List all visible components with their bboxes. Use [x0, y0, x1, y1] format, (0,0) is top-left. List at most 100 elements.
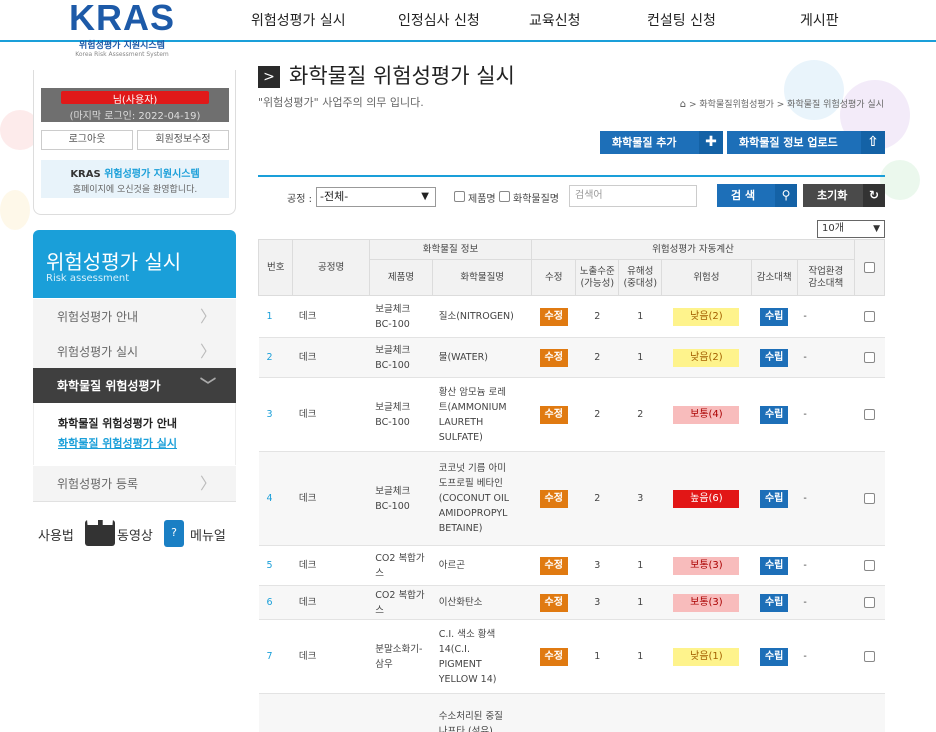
- row-empty: [531, 693, 576, 732]
- nav-risk-assessment[interactable]: 위험성평가 실시: [251, 10, 346, 30]
- row-checkbox[interactable]: [863, 651, 875, 662]
- row-chemical: 이산화탄소: [432, 585, 532, 620]
- manual-link[interactable]: 메뉴얼: [190, 525, 226, 544]
- home-icon[interactable]: ⌂: [680, 99, 686, 110]
- table-row[interactable]: 수소처리된 중질 나프타 (석유): [258, 693, 885, 732]
- table-body: 1 데크 보글체크 BC-100 질소(NITROGEN) 수정 2 1 낮음(2) 수립 -2 데…: [258, 295, 885, 732]
- logout-button[interactable]: 로그아웃: [41, 130, 133, 150]
- row-product: [369, 693, 433, 732]
- row-checkbox[interactable]: [863, 560, 875, 571]
- table-row[interactable]: 3 데크 보글체크 BC-100 황산 암모늄 로레 트(AMMONIUM LAURE…: [258, 377, 885, 452]
- row-no[interactable]: 4: [258, 451, 293, 546]
- edit-button[interactable]: 수정: [539, 556, 568, 575]
- reset-button[interactable]: 초기화 ↻: [803, 184, 885, 207]
- edit-profile-button[interactable]: 회원정보수정: [137, 130, 229, 150]
- row-checkbox[interactable]: [863, 493, 875, 504]
- product-checkbox[interactable]: [454, 191, 465, 202]
- row-checkbox[interactable]: [863, 352, 875, 363]
- video-link[interactable]: 동영상: [117, 525, 153, 544]
- table-row[interactable]: 7 데크 분말소화기- 삼우 C.I. 색소 황색 14(C.I. PIGMENT Y…: [258, 619, 885, 694]
- chevron-right-icon: 〉: [199, 307, 216, 326]
- plus-icon: ✚: [699, 131, 723, 154]
- row-no[interactable]: [258, 693, 293, 732]
- table-row[interactable]: 1 데크 보글체크 BC-100 질소(NITROGEN) 수정 2 1 낮음(2) 수립 -: [258, 295, 885, 338]
- row-checkbox[interactable]: [863, 311, 875, 322]
- process-select-value: -전체-: [320, 190, 349, 203]
- user-name-redacted: 님(사용자): [61, 91, 209, 106]
- establish-button[interactable]: 수립: [760, 307, 789, 326]
- col-all-checkbox[interactable]: [853, 239, 886, 296]
- nav-education[interactable]: 교육신청: [529, 10, 581, 30]
- establish-button[interactable]: 수립: [760, 405, 789, 424]
- chemical-checkbox[interactable]: [499, 191, 510, 202]
- decor-circle-blue: [784, 60, 844, 120]
- edit-button[interactable]: 수정: [539, 348, 568, 367]
- edit-button[interactable]: 수정: [539, 405, 568, 424]
- sidebar-item-conduct[interactable]: 위험성평가 실시 〉: [33, 334, 236, 370]
- edit-button[interactable]: 수정: [539, 307, 568, 326]
- sidebar-submenu: 화학물질 위험성평가 안내 화학물질 위험성평가 실시: [33, 403, 236, 465]
- row-no[interactable]: 2: [258, 337, 293, 378]
- row-edit-cell: 수정: [531, 451, 576, 546]
- search-button[interactable]: 검 색 ⚲: [717, 184, 797, 207]
- row-hazard: 1: [618, 337, 662, 378]
- kras-logo[interactable]: KRAS 위험성평가 지원시스템 Korea Risk Assessment S…: [57, 0, 187, 58]
- sidebar-item-chemical[interactable]: 화학물질 위험성평가 ﹀: [33, 368, 236, 404]
- row-process: 데크: [292, 585, 370, 620]
- sidebar-item-label: 위험성평가 안내: [57, 310, 139, 324]
- submenu-chemical-conduct[interactable]: 화학물질 위험성평가 실시: [58, 435, 177, 451]
- row-no[interactable]: 1: [258, 295, 293, 338]
- row-measure-cell: 수립: [751, 619, 798, 694]
- col-process: 공정명: [292, 239, 370, 296]
- add-chemical-button[interactable]: 화학물질 추가 ✚: [600, 131, 723, 154]
- row-checkbox-cell[interactable]: [854, 295, 885, 338]
- logo-korean: 위험성평가 지원시스템: [79, 41, 165, 51]
- row-checkbox[interactable]: [863, 409, 875, 420]
- usage-link[interactable]: 사용법: [38, 525, 74, 544]
- row-checkbox-cell[interactable]: [854, 619, 885, 694]
- submenu-chemical-guide[interactable]: 화학물질 위험성평가 안내: [58, 415, 177, 431]
- row-product: 보글체크 BC-100: [369, 337, 433, 378]
- row-no[interactable]: 5: [258, 545, 293, 586]
- row-risk-cell: 낮음(1): [661, 619, 752, 694]
- row-measure-cell: 수립: [751, 337, 798, 378]
- sidebar-item-guide[interactable]: 위험성평가 안내 〉: [33, 299, 236, 335]
- process-select[interactable]: -전체- ▼: [316, 187, 436, 207]
- row-no[interactable]: 3: [258, 377, 293, 452]
- table-row[interactable]: 5 데크 CO2 복합가 스 아르곤 수정 3 1 보통(3) 수립 -: [258, 545, 885, 586]
- establish-button[interactable]: 수립: [760, 647, 789, 666]
- row-process: 데크: [292, 451, 370, 546]
- row-checkbox-cell[interactable]: [854, 451, 885, 546]
- logo-english: Korea Risk Assessment System: [75, 51, 169, 58]
- edit-button[interactable]: 수정: [539, 647, 568, 666]
- select-all-checkbox[interactable]: [863, 261, 875, 273]
- col-chem-info: 화학물질 정보: [368, 239, 533, 260]
- edit-button[interactable]: 수정: [539, 593, 568, 612]
- chevron-right-icon: 〉: [199, 474, 216, 493]
- row-checkbox-cell[interactable]: [854, 545, 885, 586]
- row-checkbox-cell[interactable]: [854, 585, 885, 620]
- table-row[interactable]: 4 데크 보글체크 BC-100 코코넛 기름 아미 도프로필 베타인 (COCONU…: [258, 451, 885, 546]
- sidebar-item-register[interactable]: 위험성평가 등록 〉: [33, 466, 236, 502]
- row-no[interactable]: 7: [258, 619, 293, 694]
- establish-button[interactable]: 수립: [760, 556, 789, 575]
- row-risk-cell: 높음(6): [661, 451, 752, 546]
- edit-button[interactable]: 수정: [539, 489, 568, 508]
- row-checkbox-cell[interactable]: [854, 377, 885, 452]
- page-size-select[interactable]: 10개 ▼: [817, 220, 885, 238]
- table-row[interactable]: 6 데크 CO2 복합가 스 이산화탄소 수정 3 1 보통(3) 수립 -: [258, 585, 885, 620]
- nav-certification[interactable]: 인정심사 신청: [398, 10, 480, 30]
- upload-chemical-button[interactable]: 화학물질 정보 업로드 ⇧: [727, 131, 885, 154]
- chevron-down-icon: ﹀: [199, 376, 216, 395]
- search-input[interactable]: 검색어: [569, 185, 697, 207]
- row-no[interactable]: 6: [258, 585, 293, 620]
- product-checkbox-label: 제품명: [468, 194, 496, 205]
- table-row[interactable]: 2 데크 보글체크 BC-100 물(WATER) 수정 2 1 낮음(2) 수립 -: [258, 337, 885, 378]
- establish-button[interactable]: 수립: [760, 489, 789, 508]
- nav-board[interactable]: 게시판: [800, 10, 839, 30]
- row-checkbox-cell[interactable]: [854, 337, 885, 378]
- row-checkbox[interactable]: [863, 597, 875, 608]
- nav-consulting[interactable]: 컨설팅 신청: [647, 10, 716, 30]
- establish-button[interactable]: 수립: [760, 348, 789, 367]
- establish-button[interactable]: 수립: [760, 593, 789, 612]
